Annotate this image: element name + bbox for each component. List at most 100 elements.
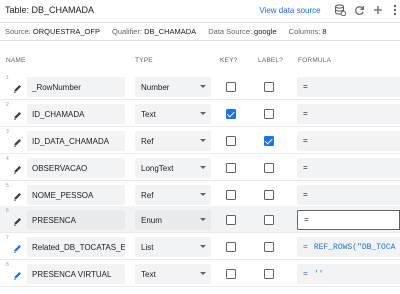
- table-row: 5 NOME_PESSOA Ref =: [0, 181, 400, 208]
- column-type-select[interactable]: Ref: [135, 185, 211, 205]
- column-type-value: Number: [141, 82, 170, 92]
- formula-field[interactable]: =: [297, 158, 400, 178]
- column-header-name: NAME: [6, 57, 26, 64]
- row-number: 4: [6, 156, 9, 162]
- formula-equals: =: [303, 190, 308, 200]
- chevron-down-icon: [200, 166, 206, 169]
- formula-equals: =: [303, 269, 308, 279]
- source-label: Source:: [5, 27, 31, 36]
- chevron-down-icon: [200, 139, 206, 142]
- edit-pencil-icon[interactable]: [13, 240, 22, 253]
- formula-field[interactable]: =: [297, 185, 400, 205]
- column-name-field[interactable]: PRESENCA: [27, 210, 125, 230]
- datasource-value: google: [254, 27, 277, 36]
- formula-expression: REF_ROWS("DB_TOCA: [313, 242, 396, 252]
- row-number: 3: [6, 129, 9, 135]
- column-header-label: LABEL?: [258, 57, 284, 64]
- row-number: 2: [6, 102, 9, 108]
- column-type-value: LongText: [141, 163, 174, 173]
- column-type-select[interactable]: Number: [135, 77, 211, 97]
- table-row: 3 ID_DATA_CHAMADA Ref =: [0, 127, 400, 154]
- formula-field[interactable]: =: [297, 210, 400, 230]
- column-type-value: Text: [141, 109, 156, 119]
- label-checkbox[interactable]: [264, 215, 274, 225]
- table-row: 7 Related_DB_TOCATAS_E\ List = REF_ROWS(…: [0, 233, 400, 260]
- column-name-field[interactable]: ID_CHAMADA: [27, 104, 125, 124]
- formula-equals: =: [303, 163, 308, 173]
- chevron-down-icon: [200, 218, 206, 221]
- formula-field[interactable]: = REF_ROWS("DB_TOCA: [297, 237, 400, 257]
- label-checkbox[interactable]: [264, 163, 274, 173]
- formula-expression: '': [313, 269, 324, 279]
- source-value: ORQUESTRA_OFP: [32, 27, 100, 36]
- key-checkbox[interactable]: [226, 163, 236, 173]
- column-header-formula: FORMULA: [298, 57, 332, 64]
- formula-field[interactable]: =: [297, 131, 400, 151]
- table-row: 4 OBSERVACAO LongText =: [0, 154, 400, 181]
- key-checkbox[interactable]: [226, 82, 236, 92]
- table-row: 2 ID_CHAMADA Text =: [0, 100, 400, 127]
- edit-pencil-icon[interactable]: [13, 267, 22, 280]
- edit-pencil-icon[interactable]: [13, 107, 22, 120]
- column-type-select[interactable]: Text: [135, 264, 211, 284]
- edit-pencil-icon[interactable]: [13, 134, 22, 147]
- formula-field[interactable]: = '': [297, 264, 400, 284]
- formula-equals: =: [304, 215, 309, 225]
- column-type-select[interactable]: Enum: [135, 210, 211, 230]
- chevron-down-icon: [200, 193, 206, 196]
- label-checkbox[interactable]: [264, 190, 274, 200]
- column-name-field[interactable]: ID_DATA_CHAMADA: [27, 131, 125, 151]
- table-header: Table: DB_CHAMADA View data source: [0, 0, 400, 22]
- label-checkbox[interactable]: [264, 82, 274, 92]
- key-checkbox[interactable]: [226, 269, 236, 279]
- columns-label: Columns:: [288, 27, 321, 36]
- column-type-value: List: [141, 242, 154, 252]
- chevron-down-icon: [200, 245, 206, 248]
- key-checkbox[interactable]: [226, 215, 236, 225]
- edit-pencil-icon[interactable]: [13, 161, 22, 174]
- table-info: Source: ORQUESTRA_OFP Qualifier: DB_CHAMAD…: [5, 27, 327, 36]
- formula-field[interactable]: =: [297, 77, 400, 97]
- chevron-down-icon: [200, 85, 206, 88]
- column-type-value: Text: [141, 269, 156, 279]
- qualifier-label: Qualifier:: [112, 27, 143, 36]
- key-checkbox[interactable]: [226, 109, 236, 119]
- column-type-select[interactable]: Ref: [135, 131, 211, 151]
- view-data-source-button[interactable]: View data source: [254, 2, 326, 19]
- key-checkbox[interactable]: [226, 190, 236, 200]
- refresh-icon[interactable]: [352, 3, 366, 17]
- key-checkbox[interactable]: [226, 136, 236, 146]
- column-name-field[interactable]: PRESENCA VIRTUAL: [27, 264, 125, 284]
- column-name-field[interactable]: NOME_PESSOA: [27, 185, 125, 205]
- label-checkbox[interactable]: [264, 109, 274, 119]
- column-type-value: Enum: [141, 215, 162, 225]
- label-checkbox[interactable]: [264, 136, 274, 146]
- column-type-select[interactable]: List: [135, 237, 211, 257]
- label-checkbox[interactable]: [264, 242, 274, 252]
- table-row: 8 PRESENCA VIRTUAL Text = '': [0, 260, 400, 287]
- column-type-select[interactable]: Text: [135, 104, 211, 124]
- table-title: Table: DB_CHAMADA: [5, 5, 95, 15]
- add-icon[interactable]: [371, 3, 385, 17]
- edit-pencil-icon[interactable]: [13, 80, 22, 93]
- more-vert-icon[interactable]: [388, 3, 400, 17]
- formula-field[interactable]: =: [297, 104, 400, 124]
- column-type-value: Ref: [141, 190, 154, 200]
- formula-equals: =: [303, 242, 308, 252]
- column-name-field[interactable]: Related_DB_TOCATAS_E\: [27, 237, 125, 257]
- table-row: 6 PRESENCA Enum =: [0, 206, 400, 233]
- formula-equals: =: [303, 136, 308, 146]
- column-name-field[interactable]: OBSERVACAO: [27, 158, 125, 178]
- table-row: 1 _RowNumber Number =: [0, 73, 400, 100]
- database-icon[interactable]: [333, 3, 347, 17]
- edit-pencil-icon[interactable]: [13, 188, 22, 201]
- divider: [0, 22, 400, 23]
- column-type-value: Ref: [141, 136, 154, 146]
- label-checkbox[interactable]: [264, 269, 274, 279]
- formula-equals: =: [303, 109, 308, 119]
- edit-pencil-icon[interactable]: [13, 213, 22, 226]
- column-type-select[interactable]: LongText: [135, 158, 211, 178]
- key-checkbox[interactable]: [226, 242, 236, 252]
- column-name-field[interactable]: _RowNumber: [27, 77, 125, 97]
- row-number: 7: [6, 235, 9, 241]
